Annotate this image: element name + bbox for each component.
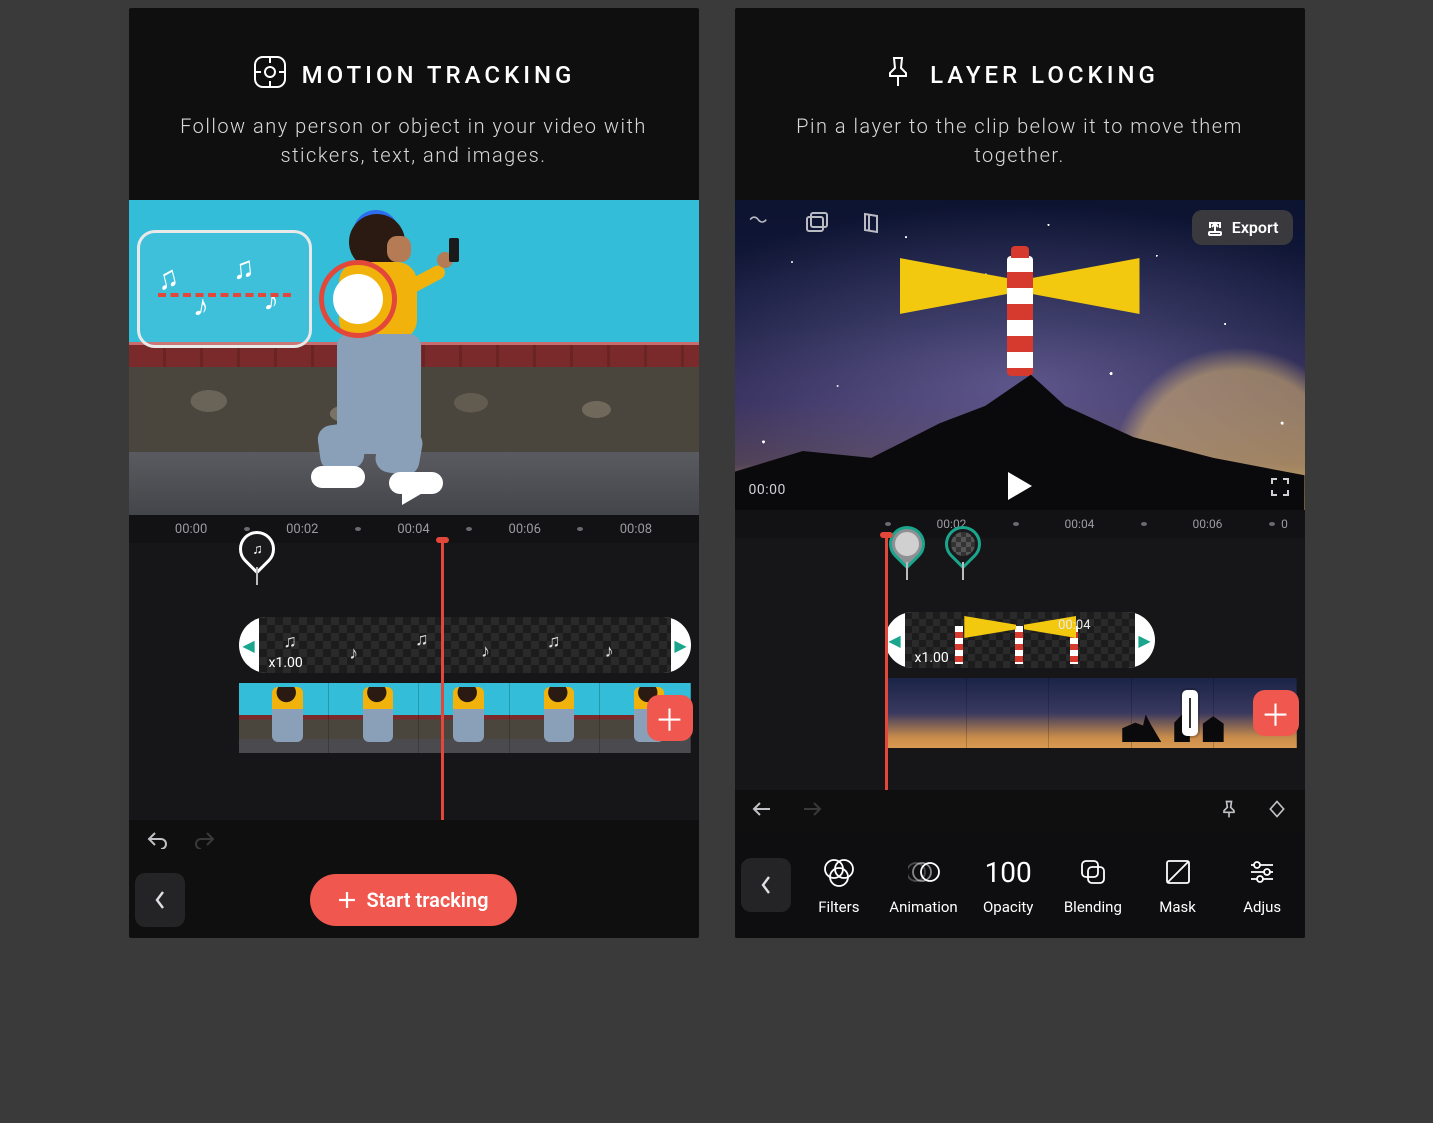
play-icon[interactable] (402, 477, 426, 505)
filters-icon (822, 854, 856, 890)
clip-speed: x1.00 (915, 650, 949, 666)
clip-split-handle[interactable] (1182, 690, 1198, 736)
feature-title: LAYER LOCKING (930, 61, 1159, 89)
pin-icon (880, 54, 916, 96)
tool-label: Opacity (983, 898, 1033, 916)
music-note-icon: ♪ (262, 282, 281, 318)
project-icon[interactable] (747, 210, 773, 240)
ruler-tick: 00:06 (472, 522, 577, 537)
blending-icon (1078, 854, 1108, 890)
panel-layer-locking: LAYER LOCKING Pin a layer to the clip be… (735, 8, 1305, 938)
clip-speed: x1.00 (269, 655, 303, 671)
tool-label: Animation (889, 898, 957, 916)
add-clip-button[interactable]: ＋ (647, 695, 693, 741)
timeline-ruler[interactable]: 00:00 00:02 00:04 00:06 00:08 (129, 515, 699, 543)
timeline-tracks[interactable]: ◀ 00:04 ▶ x1.00 ＋ (735, 538, 1305, 790)
tracking-target[interactable] (319, 260, 397, 338)
preview-toolbar (747, 210, 885, 240)
tool-blending[interactable]: Blending (1051, 854, 1136, 916)
tool-label: Adjus (1243, 898, 1281, 916)
keyframe-button[interactable] (1265, 799, 1289, 823)
feature-subtitle: Follow any person or object in your vide… (165, 112, 663, 170)
media-icon[interactable] (803, 210, 829, 240)
panel-motion-tracking: MOTION TRACKING Follow any person or obj… (129, 8, 699, 938)
back-button[interactable] (135, 873, 185, 927)
feature-subtitle: Pin a layer to the clip below it to move… (771, 112, 1269, 170)
timeline-ruler[interactable]: 00:02 00:04 00:06 0 (735, 510, 1305, 538)
music-note-icon: ♫ (152, 259, 182, 298)
preview-timecode: 00:00 (749, 482, 786, 498)
music-note-icon: ♫ (230, 250, 256, 287)
play-icon[interactable] (1008, 472, 1032, 500)
feature-header: LAYER LOCKING Pin a layer to the clip be… (735, 8, 1305, 200)
layers-icon[interactable] (859, 210, 885, 240)
clip-handle-left[interactable]: ◀ (239, 617, 259, 673)
tool-mask[interactable]: Mask (1135, 854, 1220, 916)
ruler-tick: 0 (1275, 517, 1295, 531)
history-bar (735, 790, 1305, 832)
subject-person (309, 214, 479, 499)
feature-header: MOTION TRACKING Follow any person or obj… (129, 8, 699, 200)
opacity-value: 100 (985, 854, 1032, 890)
redo-button[interactable] (799, 799, 823, 823)
start-tracking-label: Start tracking (366, 888, 488, 912)
timeline-tracks[interactable]: ♫ ◀ ♫♪♫ ♪♫♪ ▶ x1.00 ＋ (129, 543, 699, 820)
add-clip-button[interactable]: ＋ (1253, 690, 1299, 736)
ruler-tick: 00:06 (1147, 517, 1269, 531)
redo-button[interactable] (193, 829, 217, 853)
undo-button[interactable] (145, 829, 169, 853)
video-track[interactable]: ＋ (239, 683, 691, 753)
action-bar: Start tracking (129, 862, 699, 938)
video-preview[interactable]: ♫ ♪ ♫ ♪ (129, 200, 699, 515)
undo-button[interactable] (751, 799, 775, 823)
video-preview[interactable]: Export 00:00 (735, 200, 1305, 510)
export-button[interactable]: Export (1192, 210, 1293, 245)
video-track[interactable]: ＋ (885, 678, 1297, 748)
back-button[interactable] (741, 858, 791, 912)
clip-handle-right[interactable]: ▶ (1135, 612, 1155, 668)
adjust-icon (1248, 854, 1276, 890)
fullscreen-icon[interactable] (1269, 476, 1291, 498)
ruler-tick: 00:04 (1019, 517, 1141, 531)
tool-opacity[interactable]: 100 Opacity (966, 854, 1051, 916)
overlay-clip[interactable]: ◀ 00:04 ▶ x1.00 (885, 612, 1155, 668)
pin-layer-button[interactable] (1217, 799, 1241, 823)
lighthouse-overlay (1007, 256, 1033, 376)
clip-handle-left[interactable]: ◀ (885, 612, 905, 668)
clip-handle-right[interactable]: ▶ (671, 617, 691, 673)
tool-label: Mask (1159, 898, 1196, 916)
mask-icon (1164, 854, 1192, 890)
ruler-tick: 00:08 (583, 522, 688, 537)
tool-label: Filters (818, 898, 859, 916)
clip-timecode: 00:04 (1058, 618, 1090, 633)
history-bar (129, 820, 699, 862)
animation-icon (908, 854, 940, 890)
target-icon (252, 54, 288, 96)
feature-title-row: MOTION TRACKING (252, 54, 576, 96)
ruler-tick: 00:00 (139, 522, 244, 537)
feature-title: MOTION TRACKING (302, 61, 576, 89)
export-label: Export (1232, 218, 1279, 237)
sticker-overlay[interactable]: ♫ ♪ ♫ ♪ (137, 230, 312, 348)
start-tracking-button[interactable]: Start tracking (310, 874, 516, 926)
music-note-icon: ♪ (191, 288, 212, 325)
tool-label: Blending (1064, 898, 1122, 916)
tool-adjust[interactable]: Adjus (1220, 854, 1305, 916)
tool-animation[interactable]: Animation (881, 854, 966, 916)
ruler-tick: 00:04 (361, 522, 466, 537)
tool-filters[interactable]: Filters (797, 854, 882, 916)
overlay-clip[interactable]: ◀ ♫♪♫ ♪♫♪ ▶ x1.00 (239, 617, 691, 673)
feature-title-row: LAYER LOCKING (880, 54, 1159, 96)
tool-row: Filters Animation 100 Opacity Blending (735, 832, 1305, 938)
